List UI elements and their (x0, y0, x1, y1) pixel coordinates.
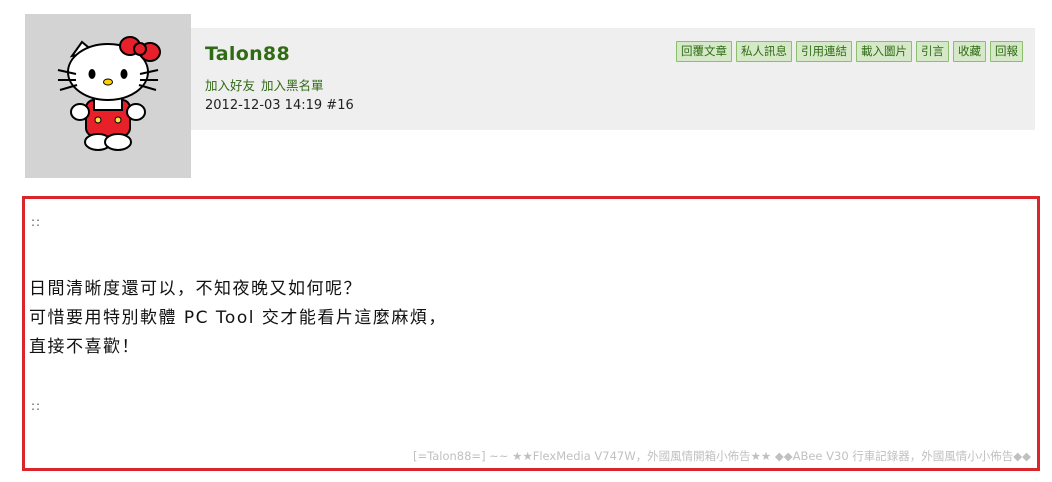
post-line: 可惜要用特別軟體 PC Tool 交才能看片這麼麻煩， (29, 308, 447, 328)
user-avatar (25, 14, 191, 178)
username[interactable]: Talon88 (205, 43, 290, 65)
post-body: 日間清晰度還可以，不知夜晚又如何呢？ 可惜要用特別軟體 PC Tool 交才能看片… (29, 275, 447, 362)
divider-dots-bottom: :: (31, 399, 42, 413)
post-floor[interactable]: #16 (326, 98, 353, 113)
report-button[interactable]: 回報 (990, 41, 1023, 62)
post-line: 日間清晰度還可以，不知夜晚又如何呢？ (29, 279, 362, 299)
load-images-button[interactable]: 載入圖片 (856, 41, 912, 62)
user-signature[interactable]: [=Talon88=] ~~ ★★FlexMedia V747W，外國風情開箱小… (413, 448, 1031, 464)
divider-dots-top: :: (31, 215, 42, 229)
add-blacklist-link[interactable]: 加入黑名單 (261, 78, 324, 93)
post-header: Talon88 加入好友 加入黑名單 2012-12-03 14:19 #16 回… (191, 28, 1035, 130)
post-meta: 2012-12-03 14:19 #16 (205, 98, 354, 113)
add-friend-link[interactable]: 加入好友 (205, 78, 255, 93)
post-date: 2012-12-03 14:19 (205, 98, 323, 113)
favorite-button[interactable]: 收藏 (953, 41, 986, 62)
quote-button[interactable]: 引言 (916, 41, 949, 62)
post-actions: 回覆文章 私人訊息 引用連結 載入圖片 引言 收藏 回報 (676, 41, 1023, 62)
private-message-button[interactable]: 私人訊息 (736, 41, 792, 62)
user-links: 加入好友 加入黑名單 (205, 75, 330, 94)
quote-link-button[interactable]: 引用連結 (796, 41, 852, 62)
reply-button[interactable]: 回覆文章 (676, 41, 732, 62)
post-line: 直接不喜歡！ (29, 337, 140, 357)
hello-kitty-avatar-icon (57, 36, 161, 151)
post-content: :: 日間清晰度還可以，不知夜晚又如何呢？可惜要用特別軟體 PC Tool 交才… (22, 196, 1040, 471)
